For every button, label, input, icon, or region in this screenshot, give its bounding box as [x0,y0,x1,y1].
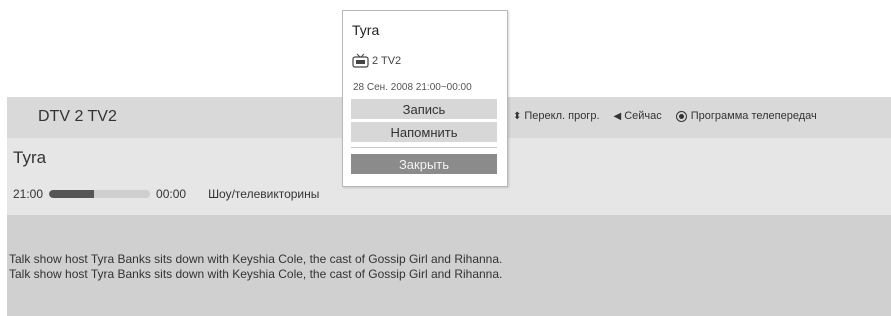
hint-label: Сейчас [624,110,662,122]
progress-bar [49,190,151,198]
record-button[interactable]: Запись [351,99,497,119]
genre: Шоу/телевикторины [208,187,320,201]
program-title: Tyra [13,148,47,167]
description-line: Talk show host Tyra Banks sits down with… [9,267,503,281]
left-arrow-icon: ◀ [613,110,622,122]
hint-now[interactable]: ◀ Сейчас [614,110,662,122]
description-line: Talk show host Tyra Banks sits down with… [9,252,503,266]
radio-select-icon [675,110,687,122]
time-row: 21:00 00:00 Шоу/телевикторины [13,187,319,201]
remind-button[interactable]: Напомнить [351,122,497,142]
description-area: Talk show host Tyra Banks sits down with… [7,215,891,316]
progress-fill [49,190,95,198]
channel-name: DTV 2 TV2 [38,108,117,125]
start-time: 21:00 [13,187,44,201]
close-button[interactable]: Закрыть [351,154,497,174]
hint-change-program[interactable]: ⬍ Перекл. прогр. [513,110,600,122]
up-down-icon: ⬍ [513,110,522,122]
description: Talk show host Tyra Banks sits down with… [9,252,502,282]
popup-datetime: 28 Сен. 2008 21:00~00:00 [353,82,472,93]
program-popup: Tyra 2 TV2 28 Сен. 2008 21:00~00:00 Запи… [342,10,508,187]
tv-icon [352,53,369,68]
key-hints: ⬍ Перекл. прогр. ◀ Сейчас Программа теле… [513,110,831,122]
popup-title: Tyra [352,22,380,38]
end-time: 00:00 [156,187,187,201]
popup-channel-name: 2 TV2 [372,54,402,67]
hint-program-guide[interactable]: Программа телепередач [675,110,817,122]
hint-label: Программа телепередач [690,110,817,122]
popup-divider [351,147,497,148]
hint-label: Перекл. прогр. [524,110,600,122]
popup-channel: 2 TV2 [352,53,401,68]
